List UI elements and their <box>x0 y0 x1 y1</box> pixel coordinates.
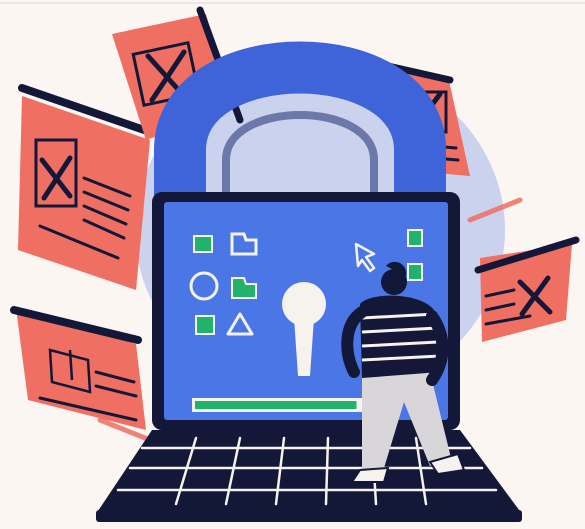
laptop-base <box>96 510 522 522</box>
green-square-icon <box>193 235 213 253</box>
person-shirt <box>360 295 440 378</box>
laptop-keyboard <box>96 430 522 522</box>
rejected-document-left-lower <box>10 306 146 430</box>
green-square-icon-4 <box>407 263 423 281</box>
security-illustration <box>0 2 585 522</box>
progress-bar-fill <box>195 401 357 409</box>
green-square-icon-2 <box>195 315 215 335</box>
rejected-document-left-large <box>18 84 154 290</box>
green-square-icon-3 <box>407 229 423 247</box>
